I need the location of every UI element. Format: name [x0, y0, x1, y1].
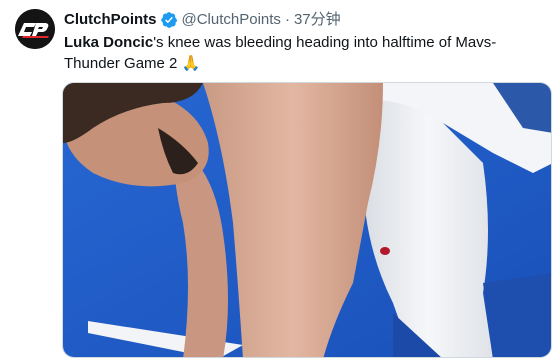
avatar[interactable]: [15, 9, 55, 49]
verified-badge-icon: [160, 11, 178, 29]
timestamp[interactable]: 37分钟: [294, 10, 341, 30]
tweet-text-bold: Luka Doncic: [64, 34, 154, 51]
clutchpoints-logo-icon: [15, 9, 55, 49]
photo-image: [63, 83, 551, 357]
handle[interactable]: @ClutchPoints: [182, 10, 281, 30]
tweet-text: Luka Doncic's knee was bleeding heading …: [64, 32, 550, 74]
display-name[interactable]: ClutchPoints: [64, 10, 157, 30]
tweet-header: ClutchPoints @ClutchPoints · 37分钟: [64, 10, 341, 30]
tweet-photo[interactable]: [62, 82, 552, 358]
separator-dot: ·: [284, 11, 290, 28]
tweet-card[interactable]: ClutchPoints @ClutchPoints · 37分钟 Luka D…: [0, 0, 558, 362]
